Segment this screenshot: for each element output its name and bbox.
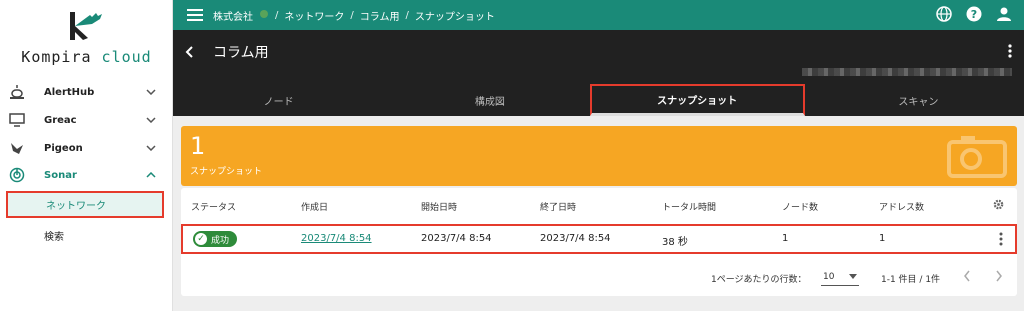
page-title: コラム用 bbox=[213, 45, 269, 61]
end-datetime: 2023/7/4 8:54 bbox=[540, 233, 611, 244]
company-logo-icon bbox=[259, 9, 269, 22]
sidebar-item-sonar[interactable]: Sonar bbox=[0, 161, 173, 189]
rows-per-page-label: 1ページあたりの行数： bbox=[711, 275, 807, 285]
page-header: コラム用 ノード 構成図 スナップショット スキャン bbox=[173, 30, 1024, 116]
sidebar-item-label: Sonar bbox=[44, 169, 77, 181]
check-icon: ✓ bbox=[195, 233, 207, 245]
column-header-nodes[interactable]: ノード数 bbox=[782, 200, 818, 213]
breadcrumb-network[interactable]: ネットワーク bbox=[284, 8, 344, 23]
column-header-addresses[interactable]: アドレス数 bbox=[879, 200, 924, 213]
hamburger-menu-icon[interactable] bbox=[177, 9, 213, 21]
chevron-up-icon bbox=[141, 172, 161, 178]
top-app-bar: 株式会社 / ネットワーク / コラム用 / スナップショット ? bbox=[173, 0, 1024, 30]
sidebar: Kompira cloud AlertHub Greac Pigeon Sona… bbox=[0, 0, 173, 311]
account-icon[interactable] bbox=[996, 6, 1012, 25]
chevron-down-icon bbox=[141, 117, 161, 123]
sidebar-item-label: AlertHub bbox=[44, 86, 95, 98]
tab-snapshot[interactable]: スナップショット bbox=[589, 84, 805, 116]
globe-icon[interactable] bbox=[936, 5, 952, 25]
status-badge: ✓ 成功 bbox=[193, 231, 238, 247]
sidebar-item-greac[interactable]: Greac bbox=[0, 106, 173, 134]
sidebar-item-alerthub[interactable]: AlertHub bbox=[0, 78, 173, 106]
kompira-logo-icon bbox=[70, 12, 102, 40]
breadcrumb-column[interactable]: コラム用 bbox=[360, 8, 400, 23]
created-date-link[interactable]: 2023/7/4 8:54 bbox=[301, 233, 372, 244]
brand-name: Kompira cloud bbox=[21, 48, 152, 66]
row-more-vert-icon[interactable] bbox=[999, 232, 1003, 249]
node-count: 1 bbox=[782, 233, 789, 244]
chevron-left-icon[interactable] bbox=[963, 270, 971, 285]
column-header-status[interactable]: ステータス bbox=[191, 200, 236, 213]
tab-diagram[interactable]: 構成図 bbox=[384, 84, 595, 116]
sidebar-item-pigeon[interactable]: Pigeon bbox=[0, 134, 173, 162]
pigeon-icon bbox=[2, 141, 32, 155]
tab-node[interactable]: ノード bbox=[173, 84, 384, 116]
arrow-drop-down-icon bbox=[849, 272, 857, 282]
sidebar-item-label: Greac bbox=[44, 114, 77, 126]
breadcrumb-separator: / bbox=[405, 9, 409, 21]
camera-icon bbox=[945, 134, 1009, 181]
breadcrumb-separator: / bbox=[350, 9, 354, 21]
chevron-down-icon bbox=[141, 89, 161, 95]
help-icon[interactable]: ? bbox=[966, 6, 982, 25]
more-vert-icon[interactable] bbox=[1008, 44, 1012, 61]
snapshot-count-card: 1 スナップショット bbox=[181, 126, 1017, 186]
table-pagination: 1ページあたりの行数： 10 1-1 件目 / 1件 bbox=[181, 264, 1017, 290]
column-header-total[interactable]: トータル時間 bbox=[662, 200, 716, 213]
total-time: 38 秒 bbox=[662, 237, 688, 248]
column-header-created[interactable]: 作成日 bbox=[301, 200, 328, 213]
siren-icon bbox=[2, 85, 32, 99]
back-icon[interactable] bbox=[185, 43, 205, 62]
svg-text:?: ? bbox=[971, 8, 977, 21]
sidebar-subitem-label: ネットワーク bbox=[46, 201, 106, 212]
breadcrumb-company[interactable]: 株式会社 bbox=[213, 8, 253, 23]
settings-gear-icon[interactable] bbox=[993, 199, 1004, 213]
chevron-down-icon bbox=[141, 145, 161, 151]
snapshot-count: 1 bbox=[190, 132, 206, 160]
breadcrumb-separator: / bbox=[275, 9, 279, 21]
tab-scan[interactable]: スキャン bbox=[813, 84, 1024, 116]
sonar-icon bbox=[2, 167, 32, 183]
pagination-range: 1-1 件目 / 1件 bbox=[881, 275, 941, 285]
sidebar-subitem-search[interactable]: 検索 bbox=[6, 222, 164, 249]
tab-bar: ノード 構成図 スナップショット スキャン bbox=[173, 84, 1024, 116]
sidebar-subitem-network[interactable]: ネットワーク bbox=[6, 191, 164, 218]
monitor-icon bbox=[2, 113, 32, 127]
sidebar-subitem-label: 検索 bbox=[44, 232, 64, 243]
column-header-end[interactable]: 終了日時 bbox=[540, 200, 576, 213]
sidebar-item-label: Pigeon bbox=[44, 142, 83, 154]
breadcrumb: 株式会社 / ネットワーク / コラム用 / スナップショット bbox=[213, 8, 495, 23]
start-datetime: 2023/7/4 8:54 bbox=[421, 233, 492, 244]
table-header: ステータス 作成日 開始日時 終了日時 トータル時間 ノード数 アドレス数 bbox=[181, 196, 1017, 218]
address-count: 1 bbox=[879, 233, 886, 244]
chevron-right-icon[interactable] bbox=[995, 270, 1003, 285]
breadcrumb-snapshot: スナップショット bbox=[414, 11, 495, 23]
column-header-start[interactable]: 開始日時 bbox=[421, 200, 457, 213]
snapshot-table: ステータス 作成日 開始日時 終了日時 トータル時間 ノード数 アドレス数 ✓ … bbox=[181, 188, 1017, 296]
table-row[interactable]: ✓ 成功 2023/7/4 8:54 2023/7/4 8:54 2023/7/… bbox=[181, 224, 1017, 254]
snapshot-count-caption: スナップショット bbox=[190, 167, 263, 177]
logo[interactable]: Kompira cloud bbox=[0, 8, 173, 68]
redacted-info bbox=[802, 68, 1012, 76]
rows-per-page-select[interactable]: 10 bbox=[821, 268, 859, 286]
